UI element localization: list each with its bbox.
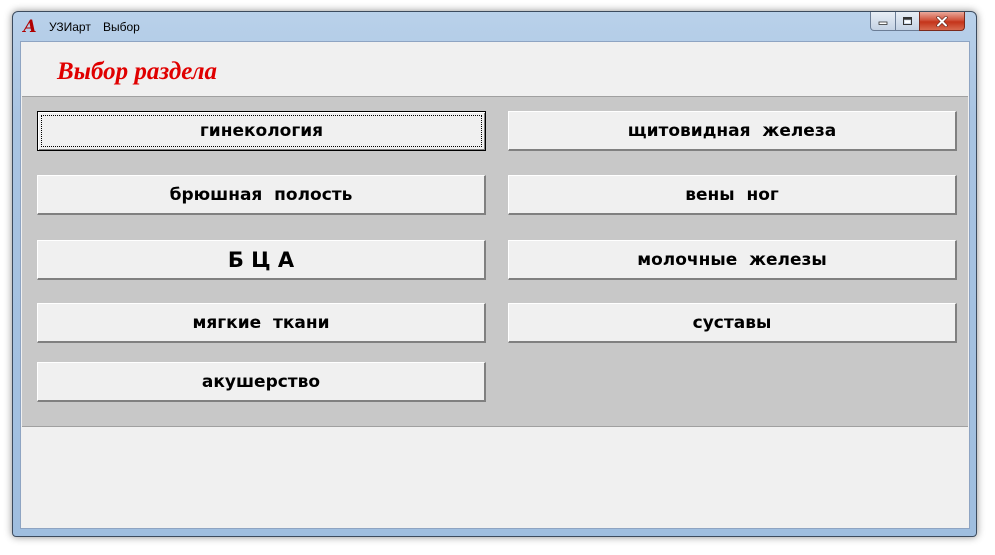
app-logo-icon[interactable]: A — [22, 18, 38, 36]
close-icon — [936, 15, 948, 27]
section-button-soft-tissue[interactable]: мягкие ткани — [37, 303, 486, 343]
section-button-obstetrics[interactable]: акушерство — [37, 362, 486, 402]
maximize-icon — [903, 17, 912, 25]
section-button-abdomen[interactable]: брюшная полость — [37, 175, 486, 215]
client-area: Выбор раздела гинекология щитовидная жел… — [20, 41, 970, 529]
title-bar[interactable]: A УЗИарт Выбор — [13, 12, 976, 42]
menu-item-uziart[interactable]: УЗИарт — [49, 20, 91, 34]
minimize-button[interactable] — [870, 12, 896, 31]
close-button[interactable] — [919, 12, 965, 31]
section-button-thyroid[interactable]: щитовидная железа — [508, 111, 957, 151]
app-window: A УЗИарт Выбор Выбор раздела гинекология… — [12, 11, 977, 537]
sections-panel: гинекология щитовидная железа брюшная по… — [22, 97, 968, 427]
menu-item-vybor[interactable]: Выбор — [103, 20, 140, 34]
section-button-joints[interactable]: суставы — [508, 303, 957, 343]
section-button-breast[interactable]: молочные железы — [508, 240, 957, 280]
header-panel: Выбор раздела — [22, 43, 968, 97]
page-title: Выбор раздела — [57, 58, 218, 85]
maximize-button[interactable] — [895, 12, 920, 31]
section-button-gynecology[interactable]: гинекология — [37, 111, 486, 151]
section-button-leg-veins[interactable]: вены ног — [508, 175, 957, 215]
minimize-icon — [878, 21, 888, 25]
section-button-bca[interactable]: Б Ц А — [37, 240, 486, 280]
